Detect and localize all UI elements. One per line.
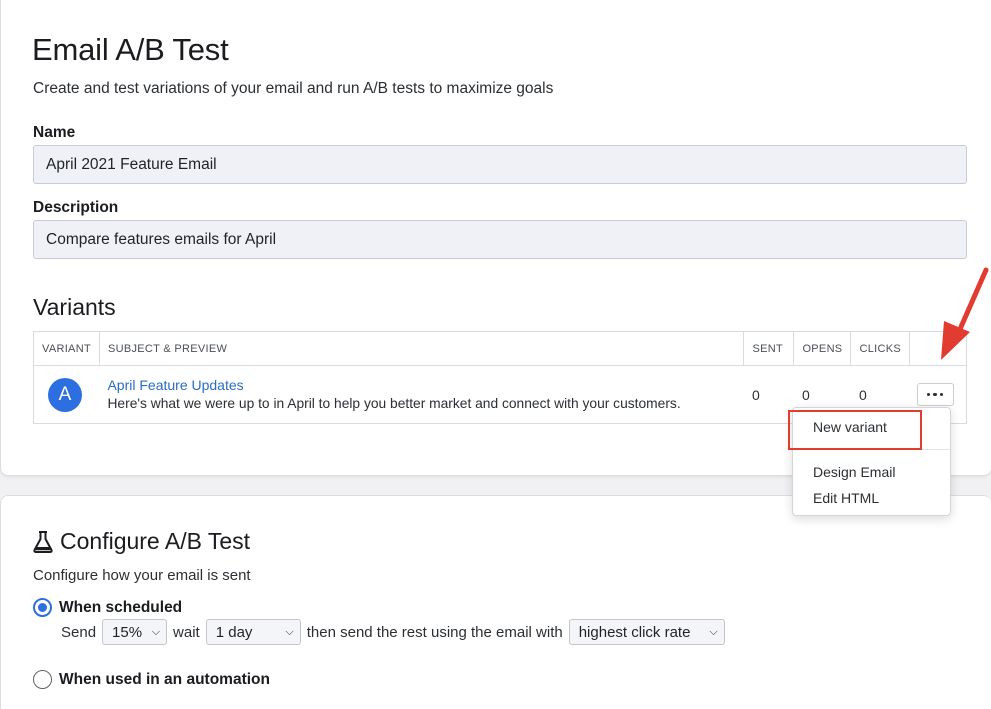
option-automation-label: When used in an automation — [59, 670, 270, 688]
description-input[interactable] — [33, 220, 967, 259]
name-label: Name — [33, 124, 76, 141]
send-label: Send — [61, 623, 97, 641]
subject-cell: April Feature Updates Here's what we wer… — [99, 365, 744, 424]
variants-header-row: VARIANT SUBJECT & PREVIEW SENT OPENS CLI… — [33, 331, 967, 366]
sent-count: 0 — [743, 365, 794, 424]
wait-select[interactable]: 1 day ⌵ — [205, 619, 301, 645]
configure-subtitle: Configure how your email is sent — [33, 567, 251, 584]
annotation-highlight-box — [788, 410, 922, 450]
variant-avatar: A — [48, 377, 82, 412]
option-when-scheduled[interactable]: When scheduled — [33, 598, 182, 617]
more-options-button[interactable] — [916, 383, 954, 406]
menu-item-edit-html[interactable]: Edit HTML — [813, 490, 879, 506]
variant-subject-link[interactable]: April Feature Updates — [107, 377, 742, 393]
send-settings-row: Send 15% ⌵ wait 1 day ⌵ then send the re… — [61, 619, 731, 645]
radio-automation[interactable] — [33, 670, 52, 689]
column-header-subject: SUBJECT & PREVIEW — [98, 331, 745, 366]
winning-metric-select[interactable]: highest click rate ⌵ — [568, 619, 725, 645]
column-header-opens: OPENS — [793, 331, 852, 366]
wait-value: 1 day — [215, 623, 253, 641]
variant-cell: A — [33, 365, 100, 424]
wait-label: wait — [173, 623, 200, 641]
winning-metric-value: highest click rate — [578, 623, 691, 641]
variants-title: Variants — [33, 294, 116, 320]
option-scheduled-label: When scheduled — [59, 598, 183, 616]
column-header-variant: VARIANT — [33, 331, 100, 366]
menu-item-design-email[interactable]: Design Email — [813, 464, 895, 480]
configure-title-text: Configure A/B Test — [60, 528, 251, 554]
radio-scheduled[interactable] — [33, 598, 52, 617]
send-percent-value: 15% — [112, 623, 143, 641]
description-label: Description — [33, 199, 119, 216]
variant-preview-text: Here's what we were up to in April to he… — [107, 395, 681, 411]
flask-icon — [33, 530, 53, 553]
test-details-card: Email A/B Test Create and test variation… — [0, 0, 991, 476]
chevron-down-icon: ⌵ — [285, 625, 294, 638]
red-arrow-annotation — [941, 267, 989, 360]
configure-title: Configure A/B Test — [32, 528, 250, 555]
option-when-automation[interactable]: When used in an automation — [33, 670, 270, 689]
name-input[interactable] — [33, 145, 967, 184]
configure-card: Configure A/B Test Configure how your em… — [0, 495, 991, 709]
column-header-sent: SENT — [743, 331, 795, 366]
page-title: Email A/B Test — [32, 32, 229, 67]
column-header-clicks: CLICKS — [850, 331, 910, 366]
more-horizontal-icon — [926, 392, 931, 397]
chevron-down-icon: ⌵ — [709, 625, 718, 638]
send-percent-select[interactable]: 15% ⌵ — [102, 619, 168, 645]
chevron-down-icon: ⌵ — [151, 625, 161, 638]
page-subtitle: Create and test variations of your email… — [33, 80, 554, 97]
then-label: then send the rest using the email with — [306, 623, 563, 641]
